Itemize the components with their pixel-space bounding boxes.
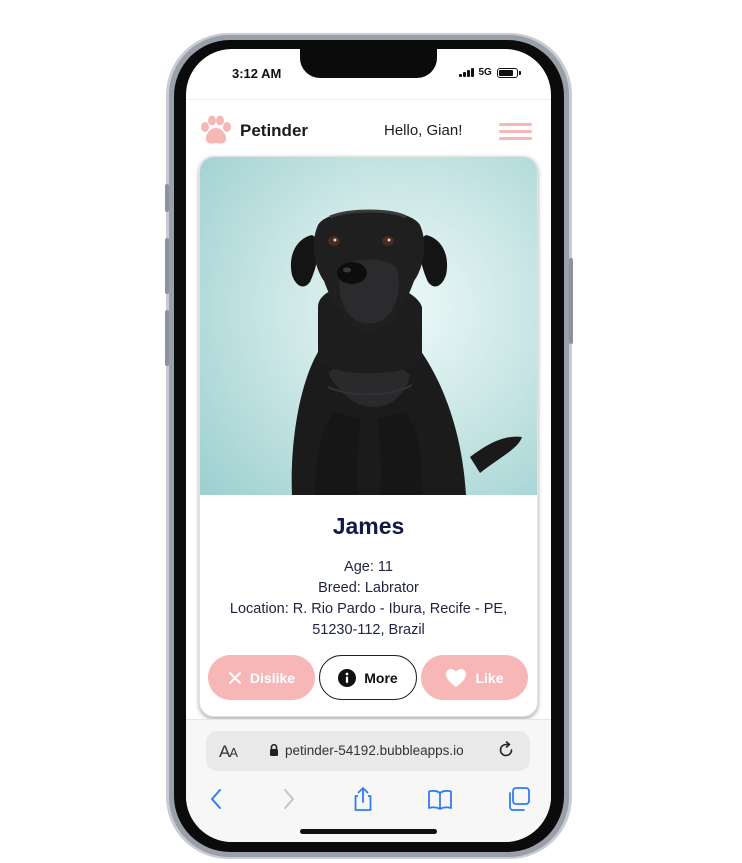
signal-icon <box>459 68 474 77</box>
phone-volume-up <box>165 238 169 294</box>
info-icon <box>338 668 357 687</box>
dislike-button[interactable]: Dislike <box>208 655 315 700</box>
phone-screen: 3:12 AM 5G Petinder Hello, Gian! James A… <box>186 49 551 842</box>
forward-icon[interactable] <box>275 786 301 812</box>
menu-icon[interactable] <box>499 123 532 141</box>
network-type: 5G <box>478 67 492 78</box>
close-icon <box>228 671 241 684</box>
back-icon[interactable] <box>204 786 230 812</box>
dog-illustration <box>290 209 522 495</box>
phone-silent-switch <box>165 184 169 212</box>
like-button[interactable]: Like <box>421 655 528 700</box>
heart-icon <box>446 668 467 687</box>
bookmarks-icon[interactable] <box>427 786 453 812</box>
reload-icon[interactable] <box>497 741 515 759</box>
address-bar[interactable]: AA petinder-54192.bubbleapps.io <box>206 731 530 771</box>
pet-breed: Breed: Labrator <box>318 580 419 596</box>
brand-name[interactable]: Petinder <box>240 121 308 141</box>
paw-icon[interactable] <box>198 115 234 147</box>
pet-info: Age: 11 Breed: Labrator Location: R. Rio… <box>200 557 537 641</box>
status-divider <box>186 99 551 100</box>
status-time: 3:12 AM <box>232 66 282 81</box>
pet-location-line1: Location: R. Rio Pardo - Ibura, Recife -… <box>229 601 508 617</box>
battery-icon <box>496 67 521 78</box>
pet-card: James Age: 11 Breed: Labrator Location: … <box>199 156 538 717</box>
pet-photo <box>200 157 537 495</box>
like-label: Like <box>475 669 504 686</box>
card-actions: Dislike More Like <box>208 655 529 701</box>
share-icon[interactable] <box>350 786 376 812</box>
tabs-icon[interactable] <box>506 786 532 812</box>
safari-nav-row <box>186 786 551 814</box>
pet-location-line2: 51230-112, Brazil <box>312 622 425 638</box>
reader-options-button[interactable]: AA <box>219 742 238 762</box>
user-greeting: Hello, Gian! <box>384 122 463 139</box>
more-label: More <box>364 669 398 686</box>
pet-name: James <box>332 513 405 539</box>
url-text[interactable]: petinder-54192.bubbleapps.io <box>285 743 464 758</box>
notch <box>300 49 437 78</box>
phone-volume-down <box>165 310 169 366</box>
status-indicators: 5G <box>459 67 521 78</box>
home-indicator <box>300 829 437 834</box>
lock-icon <box>270 743 278 756</box>
phone-power-button <box>569 258 573 344</box>
pet-age: Age: 11 <box>344 559 393 575</box>
dislike-label: Dislike <box>249 669 296 686</box>
more-button[interactable]: More <box>319 655 417 700</box>
app-header: Petinder Hello, Gian! <box>186 111 551 149</box>
safari-toolbar: AA petinder-54192.bubbleapps.io <box>186 719 551 842</box>
